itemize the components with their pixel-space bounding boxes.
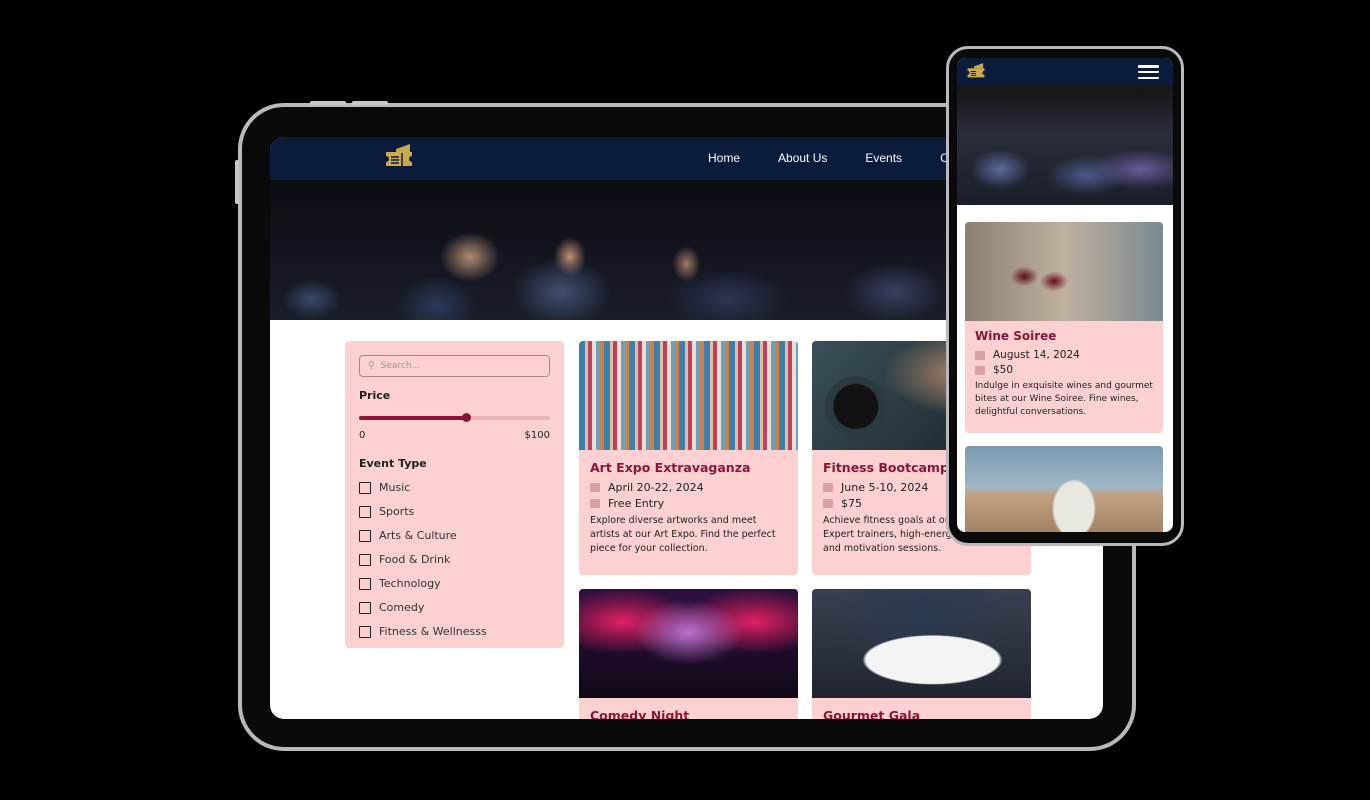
event-description: Indulge in exquisite wines and gourmet b… (975, 381, 1153, 417)
event-type-label: Event Type (359, 457, 427, 470)
nav-about-us[interactable]: About Us (778, 151, 827, 165)
price-min: 0 (359, 430, 366, 441)
event-card-art-expo[interactable]: Art Expo Extravaganza April 20-22, 2024 … (579, 341, 798, 575)
price-max: $100 (524, 430, 550, 441)
search-input[interactable]: ⚲ Search... (359, 355, 550, 377)
tablet-button (352, 101, 388, 105)
price-slider-fill (359, 416, 466, 420)
event-image (965, 446, 1163, 532)
event-card-gourmet-gala[interactable]: Gourmet Gala (812, 589, 1031, 719)
event-card-wine-soiree[interactable]: Wine Soiree August 14, 2024 $50 Indulge … (965, 222, 1163, 433)
checkbox-icon[interactable] (359, 625, 371, 638)
search-placeholder: Search... (380, 361, 421, 371)
event-image (965, 222, 1163, 321)
event-type-checkbox[interactable]: Fitness & Wellnesss (359, 625, 550, 638)
event-date: June 5-10, 2024 (841, 481, 929, 494)
mobile-navbar (957, 58, 1173, 86)
event-description: Explore diverse artworks and meet artist… (590, 515, 776, 554)
event-type-checkbox[interactable]: Arts & Culture (359, 529, 550, 542)
event-date: August 14, 2024 (993, 349, 1080, 361)
price-slider-handle[interactable] (461, 413, 471, 422)
event-title: Comedy Night (590, 708, 690, 719)
ticket-price-icon (975, 365, 985, 375)
event-type-checkbox[interactable]: Music (359, 481, 550, 494)
checkbox-icon[interactable] (359, 481, 371, 494)
nav-home[interactable]: Home (708, 151, 740, 165)
event-price: Free Entry (608, 497, 665, 510)
checkbox-icon[interactable] (359, 505, 371, 518)
event-price: $50 (993, 364, 1014, 376)
event-type-checkbox[interactable]: Food & Drink (359, 553, 550, 566)
ticket-price-icon (590, 499, 600, 508)
search-icon: ⚲ (368, 361, 375, 371)
calendar-icon (590, 483, 600, 492)
calendar-icon (823, 483, 833, 492)
tablet-button (235, 160, 239, 204)
event-card-comedy-night[interactable]: Comedy Night (579, 589, 798, 719)
event-type-label: Fitness & Wellnesss (379, 625, 487, 638)
phone-screen: Wine Soiree August 14, 2024 $50 Indulge … (957, 58, 1173, 532)
nav-events[interactable]: Events (865, 151, 902, 165)
event-type-label: Music (379, 481, 411, 494)
hero-image (957, 86, 1173, 205)
event-title: Gourmet Gala (823, 708, 921, 719)
event-type-label: Sports (379, 505, 415, 518)
price-label: Price (359, 389, 391, 402)
ticket-price-icon (823, 499, 833, 508)
filter-panel: ⚲ Search... Price 0 $100 Event Type Music… (345, 341, 564, 648)
event-type-checkbox[interactable]: Technology (359, 577, 550, 590)
event-date: April 20-22, 2024 (608, 481, 704, 494)
event-type-label: Technology (379, 577, 441, 590)
event-type-label: Comedy (379, 601, 425, 614)
event-title: Art Expo Extravaganza (590, 460, 751, 475)
event-title: Wine Soiree (975, 329, 1057, 343)
event-type-label: Food & Drink (379, 553, 451, 566)
event-image (579, 341, 798, 450)
event-type-checkbox[interactable]: Comedy (359, 601, 550, 614)
ticket-icon[interactable] (382, 143, 416, 171)
calendar-icon (975, 350, 985, 360)
checkbox-icon[interactable] (359, 577, 371, 590)
event-card-film[interactable] (965, 446, 1163, 532)
checkbox-icon[interactable] (359, 529, 371, 542)
checkbox-icon[interactable] (359, 601, 371, 614)
event-price: $75 (841, 497, 862, 510)
ticket-icon[interactable] (965, 62, 987, 81)
price-slider[interactable] (359, 413, 550, 422)
hamburger-menu-icon[interactable] (1138, 65, 1159, 79)
event-type-checkbox[interactable]: Sports (359, 505, 550, 518)
checkbox-icon[interactable] (359, 553, 371, 566)
tablet-button (310, 101, 346, 105)
event-image (812, 589, 1031, 698)
event-image (579, 589, 798, 698)
event-type-label: Arts & Culture (379, 529, 457, 542)
